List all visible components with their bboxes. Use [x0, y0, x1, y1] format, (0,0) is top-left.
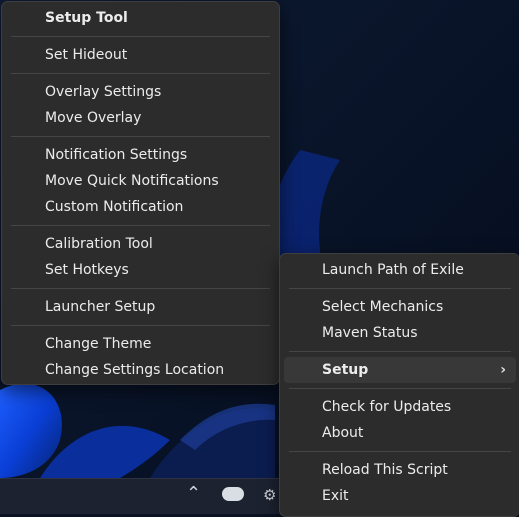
- menu-item-label: Change Theme: [45, 336, 152, 352]
- menu-item-launcher-setup[interactable]: Launcher Setup: [6, 294, 275, 320]
- menu-item-label: Setup: [322, 362, 369, 378]
- menu-item-notification-settings[interactable]: Notification Settings: [6, 142, 275, 168]
- tray-context-menu: Launch Path of Exile Select Mechanics Ma…: [279, 253, 519, 517]
- setup-context-menu: Setup Tool Set Hideout Overlay Settings …: [1, 1, 280, 385]
- menu-item-label: Set Hotkeys: [45, 262, 129, 278]
- menu-item-set-hideout[interactable]: Set Hideout: [6, 42, 275, 68]
- menu-item-about[interactable]: About: [284, 420, 516, 446]
- menu-item-move-overlay[interactable]: Move Overlay: [6, 105, 275, 131]
- menu-item-label: Check for Updates: [322, 399, 452, 415]
- menu-separator: [289, 351, 511, 352]
- menu-item-change-settings-location[interactable]: Change Settings Location: [6, 357, 275, 383]
- menu-item-move-quick-notifications[interactable]: Move Quick Notifications: [6, 168, 275, 194]
- menu-item-launch-path-of-exile[interactable]: Launch Path of Exile: [284, 257, 516, 283]
- menu-item-label: Select Mechanics: [322, 299, 444, 315]
- menu-item-label: Overlay Settings: [45, 84, 162, 100]
- menu-separator: [289, 451, 511, 452]
- menu-separator: [11, 288, 270, 289]
- menu-separator: [11, 36, 270, 37]
- menu-item-label: About: [322, 425, 364, 441]
- menu-item-reload-this-script[interactable]: Reload This Script: [284, 457, 516, 483]
- menu-item-label: Move Overlay: [45, 110, 142, 126]
- menu-item-overlay-settings[interactable]: Overlay Settings: [6, 79, 275, 105]
- menu-item-custom-notification[interactable]: Custom Notification: [6, 194, 275, 220]
- menu-item-exit[interactable]: Exit: [284, 483, 516, 509]
- menu-item-setup-tool[interactable]: Setup Tool: [6, 5, 275, 31]
- menu-item-maven-status[interactable]: Maven Status: [284, 320, 516, 346]
- menu-item-label: Custom Notification: [45, 199, 184, 215]
- menu-item-label: Reload This Script: [322, 462, 448, 478]
- menu-item-label: Setup Tool: [45, 10, 128, 26]
- menu-separator: [289, 288, 511, 289]
- menu-item-label: Launch Path of Exile: [322, 262, 464, 278]
- menu-item-calibration-tool[interactable]: Calibration Tool: [6, 231, 275, 257]
- menu-separator: [11, 136, 270, 137]
- menu-item-label: Calibration Tool: [45, 236, 153, 252]
- chevron-right-icon: ›: [500, 362, 506, 378]
- menu-separator: [11, 225, 270, 226]
- menu-separator: [289, 388, 511, 389]
- menu-separator: [11, 325, 270, 326]
- menu-item-label: Set Hideout: [45, 47, 128, 63]
- menu-item-setup[interactable]: Setup ›: [284, 357, 516, 383]
- menu-item-label: Maven Status: [322, 325, 418, 341]
- menu-separator: [11, 73, 270, 74]
- menu-item-select-mechanics[interactable]: Select Mechanics: [284, 294, 516, 320]
- menu-item-label: Change Settings Location: [45, 362, 225, 378]
- menu-item-change-theme[interactable]: Change Theme: [6, 331, 275, 357]
- menu-item-check-for-updates[interactable]: Check for Updates: [284, 394, 516, 420]
- menu-item-label: Notification Settings: [45, 147, 188, 163]
- gear-icon[interactable]: ⚙: [263, 486, 276, 504]
- menu-item-set-hotkeys[interactable]: Set Hotkeys: [6, 257, 275, 283]
- menu-item-label: Exit: [322, 488, 349, 504]
- cloud-icon[interactable]: [222, 487, 244, 501]
- menu-item-label: Move Quick Notifications: [45, 173, 219, 189]
- menu-item-label: Launcher Setup: [45, 299, 156, 315]
- chevron-up-icon[interactable]: ⌃: [186, 483, 201, 504]
